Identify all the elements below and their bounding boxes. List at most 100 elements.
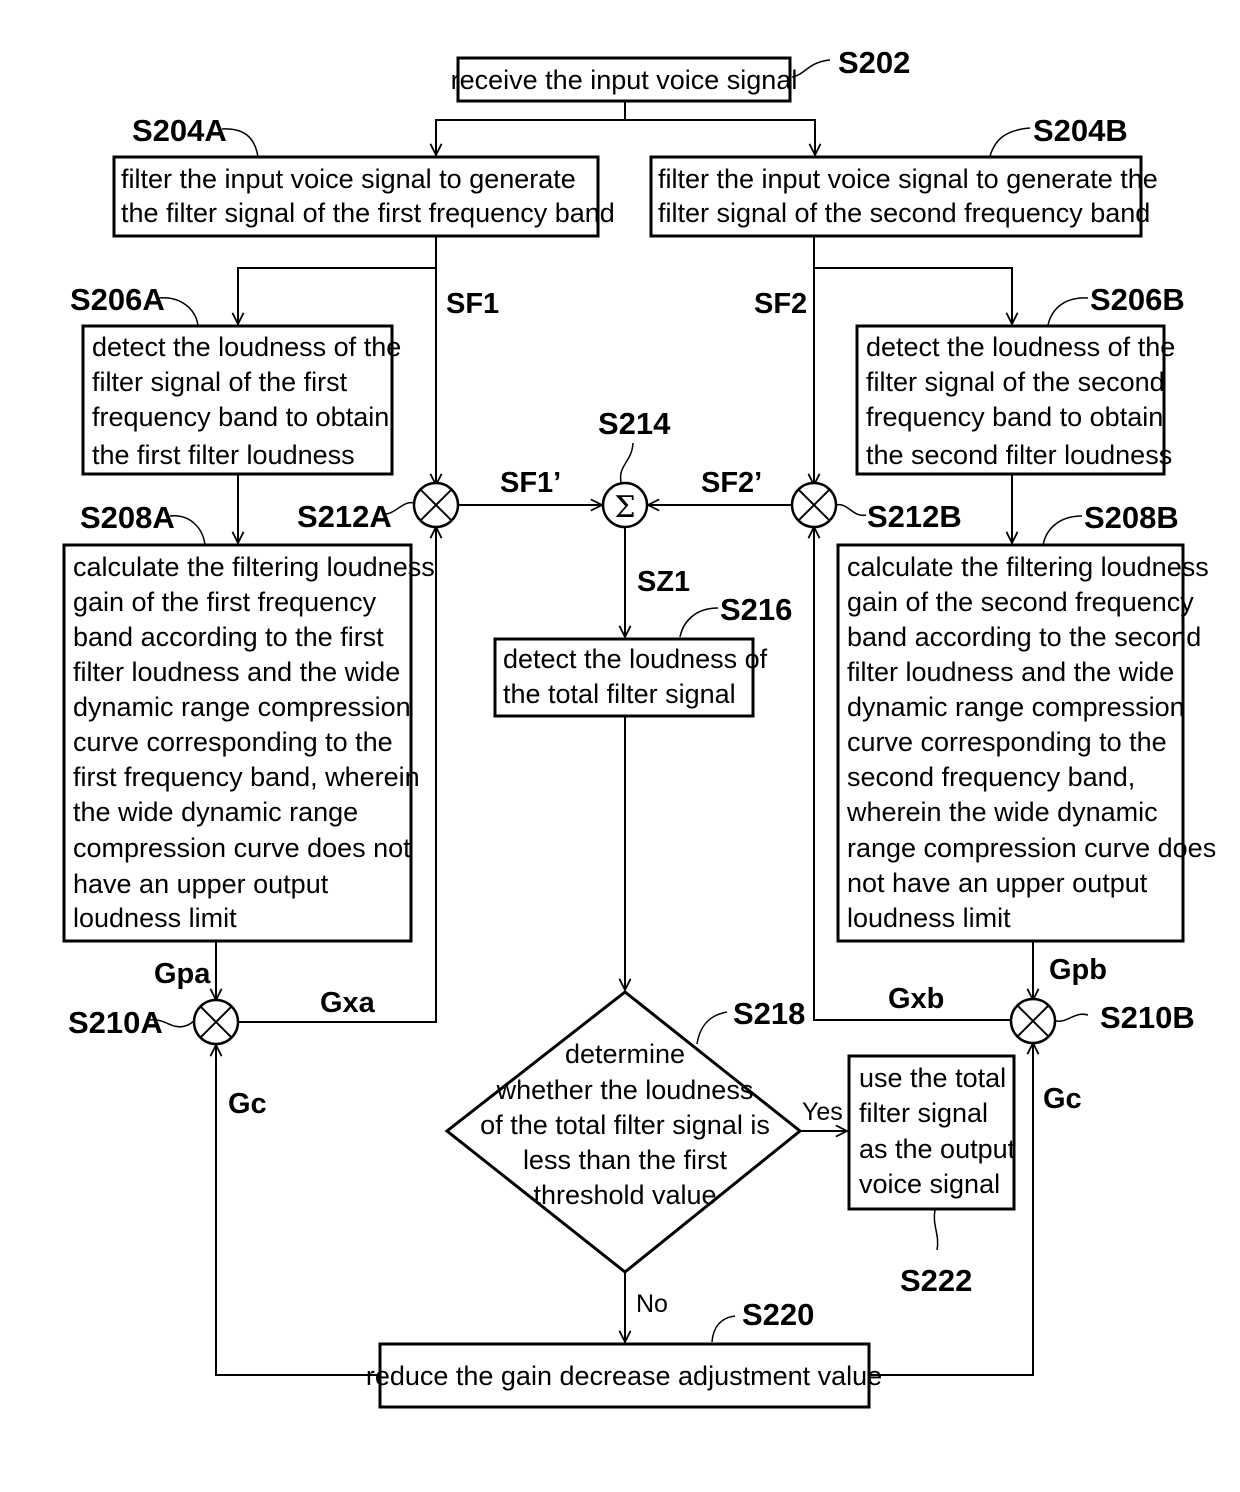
- leader-s216: [679, 607, 719, 638]
- arrow-s202-to-s204b: [625, 119, 815, 155]
- signal-label-sz1: SZ1: [637, 566, 690, 598]
- step-text-line: filter the input voice signal to generat…: [658, 164, 1158, 194]
- step-text-line: calculate the filtering loudness: [73, 552, 435, 582]
- step-text-line: filter signal of the first: [92, 367, 348, 397]
- decision-text-line: determine: [565, 1039, 685, 1069]
- step-text-line: wherein the wide dynamic: [846, 797, 1158, 827]
- step-label: S204A: [132, 113, 227, 148]
- decision-text-line: of the total filter signal is: [480, 1110, 770, 1140]
- step-text-line: detect the loudness of: [503, 644, 768, 674]
- step-s208a: calculate the filtering loudness gain of…: [62, 543, 435, 943]
- signal-label-gpa: Gpa: [154, 958, 211, 990]
- signal-label-sf2: SF2: [754, 288, 807, 320]
- step-text-line: range compression curve does: [847, 833, 1216, 863]
- leader-s212b: [835, 503, 867, 517]
- step-text-line: the total filter signal: [503, 679, 736, 709]
- step-label: S212B: [867, 499, 962, 534]
- step-label: S210A: [68, 1005, 163, 1040]
- step-s204a: filter the input voice signal to generat…: [112, 155, 615, 238]
- step-text-line: filter loudness and the wide: [847, 657, 1174, 687]
- step-text-line: use the total: [859, 1063, 1006, 1093]
- step-text-line: loudness limit: [73, 903, 237, 933]
- step-text-line: first frequency band, wherein: [73, 762, 420, 792]
- signal-label-gc-right: Gc: [1043, 1083, 1082, 1115]
- step-label: S206B: [1090, 282, 1185, 317]
- step-s204b: filter the input voice signal to generat…: [649, 155, 1158, 238]
- step-label: S222: [900, 1263, 972, 1298]
- step-label: S208B: [1084, 500, 1179, 535]
- step-text-line: band according to the second: [847, 622, 1201, 652]
- step-text-line: the wide dynamic range: [73, 797, 358, 827]
- signal-label-gc-left: Gc: [228, 1088, 267, 1120]
- step-text-line: the first filter loudness: [92, 440, 355, 470]
- step-text-line: curve corresponding to the: [847, 727, 1167, 757]
- step-text-line: second frequency band,: [847, 762, 1135, 792]
- leader-s204b: [989, 127, 1031, 157]
- decision-text-line: threshold value: [533, 1180, 716, 1210]
- step-text-line: dynamic range compression: [847, 692, 1185, 722]
- step-s206a: detect the loudness of the filter signal…: [81, 324, 401, 476]
- step-text-line: dynamic range compression: [73, 692, 411, 722]
- step-s220: reduce the gain decrease adjustment valu…: [366, 1342, 882, 1409]
- multiplier-s210b: [1009, 997, 1057, 1045]
- signal-label-sf1-prime: SF1’: [500, 467, 561, 499]
- multiplier-s210a: [192, 998, 240, 1046]
- arrow-s204b-to-s206b: [813, 236, 1012, 324]
- step-text-line: frequency band to obtain: [866, 402, 1163, 432]
- leader-s222: [933, 1209, 939, 1251]
- step-s202: receive the input voice signal: [451, 56, 798, 103]
- multiplier-s212b: [790, 481, 838, 529]
- sigma-symbol: Σ: [614, 490, 635, 525]
- step-label: S218: [733, 996, 805, 1031]
- leader-s220: [711, 1315, 736, 1343]
- signal-label-gxb: Gxb: [888, 983, 944, 1015]
- step-text-line: the second filter loudness: [866, 440, 1172, 470]
- step-text: reduce the gain decrease adjustment valu…: [366, 1361, 882, 1391]
- step-label: S202: [838, 45, 910, 80]
- arrow-s202-to-s204a: [436, 101, 626, 155]
- step-text-line: filter the input voice signal to generat…: [121, 164, 576, 194]
- step-text-line: the filter signal of the first frequency…: [121, 198, 615, 228]
- step-label: S216: [720, 592, 792, 627]
- signal-label-sf2-prime: SF2’: [701, 467, 762, 499]
- step-text-line: filter signal of the second: [866, 367, 1165, 397]
- step-text-line: not have an upper output: [847, 868, 1148, 898]
- step-text-line: filter signal of the second frequency ba…: [658, 198, 1150, 228]
- signal-label-gpb: Gpb: [1049, 954, 1107, 986]
- step-label: S220: [742, 1297, 814, 1332]
- step-text: receive the input voice signal: [451, 65, 798, 95]
- summer-s214: Σ: [601, 481, 649, 529]
- leader-s206b: [1047, 297, 1089, 326]
- step-s208b: calculate the filtering loudness gain of…: [836, 543, 1216, 943]
- step-text-line: gain of the first frequency: [73, 587, 377, 617]
- flowchart: receive the input voice signal filter th…: [62, 45, 1216, 1409]
- step-text-line: have an upper output: [73, 869, 329, 899]
- decision-text-line: less than the first: [523, 1145, 728, 1175]
- step-text-line: frequency band to obtain: [92, 402, 389, 432]
- leader-s204a: [221, 128, 259, 158]
- step-s222: use the total filter signal as the outpu…: [847, 1054, 1016, 1211]
- leader-s214: [619, 442, 634, 483]
- step-text-line: loudness limit: [847, 903, 1011, 933]
- step-s218-decision: determine whether the loudness of the to…: [444, 990, 803, 1274]
- step-s206b: detect the loudness of the filter signal…: [855, 324, 1175, 476]
- branch-label-no: No: [636, 1290, 668, 1318]
- step-text-line: compression curve does not: [73, 833, 411, 863]
- step-text-line: calculate the filtering loudness: [847, 552, 1209, 582]
- step-text-line: filter loudness and the wide: [73, 657, 400, 687]
- leader-s210b: [1055, 1013, 1089, 1022]
- step-text-line: curve corresponding to the: [73, 727, 393, 757]
- multiplier-s212a: [412, 481, 460, 529]
- step-label: S206A: [70, 282, 165, 317]
- arrow-s204a-to-s206a: [238, 236, 437, 324]
- step-label: S210B: [1100, 1000, 1195, 1035]
- leader-s202: [791, 59, 831, 78]
- step-text-line: band according to the first: [73, 622, 384, 652]
- step-s216: detect the loudness of the total filter …: [493, 637, 768, 718]
- step-label: S212A: [297, 499, 392, 534]
- step-text-line: voice signal: [859, 1169, 1000, 1199]
- step-text-line: gain of the second frequency: [847, 587, 1194, 617]
- step-text-line: detect the loudness of the: [866, 332, 1175, 362]
- branch-label-yes: Yes: [802, 1098, 843, 1126]
- leader-s218: [696, 1011, 728, 1045]
